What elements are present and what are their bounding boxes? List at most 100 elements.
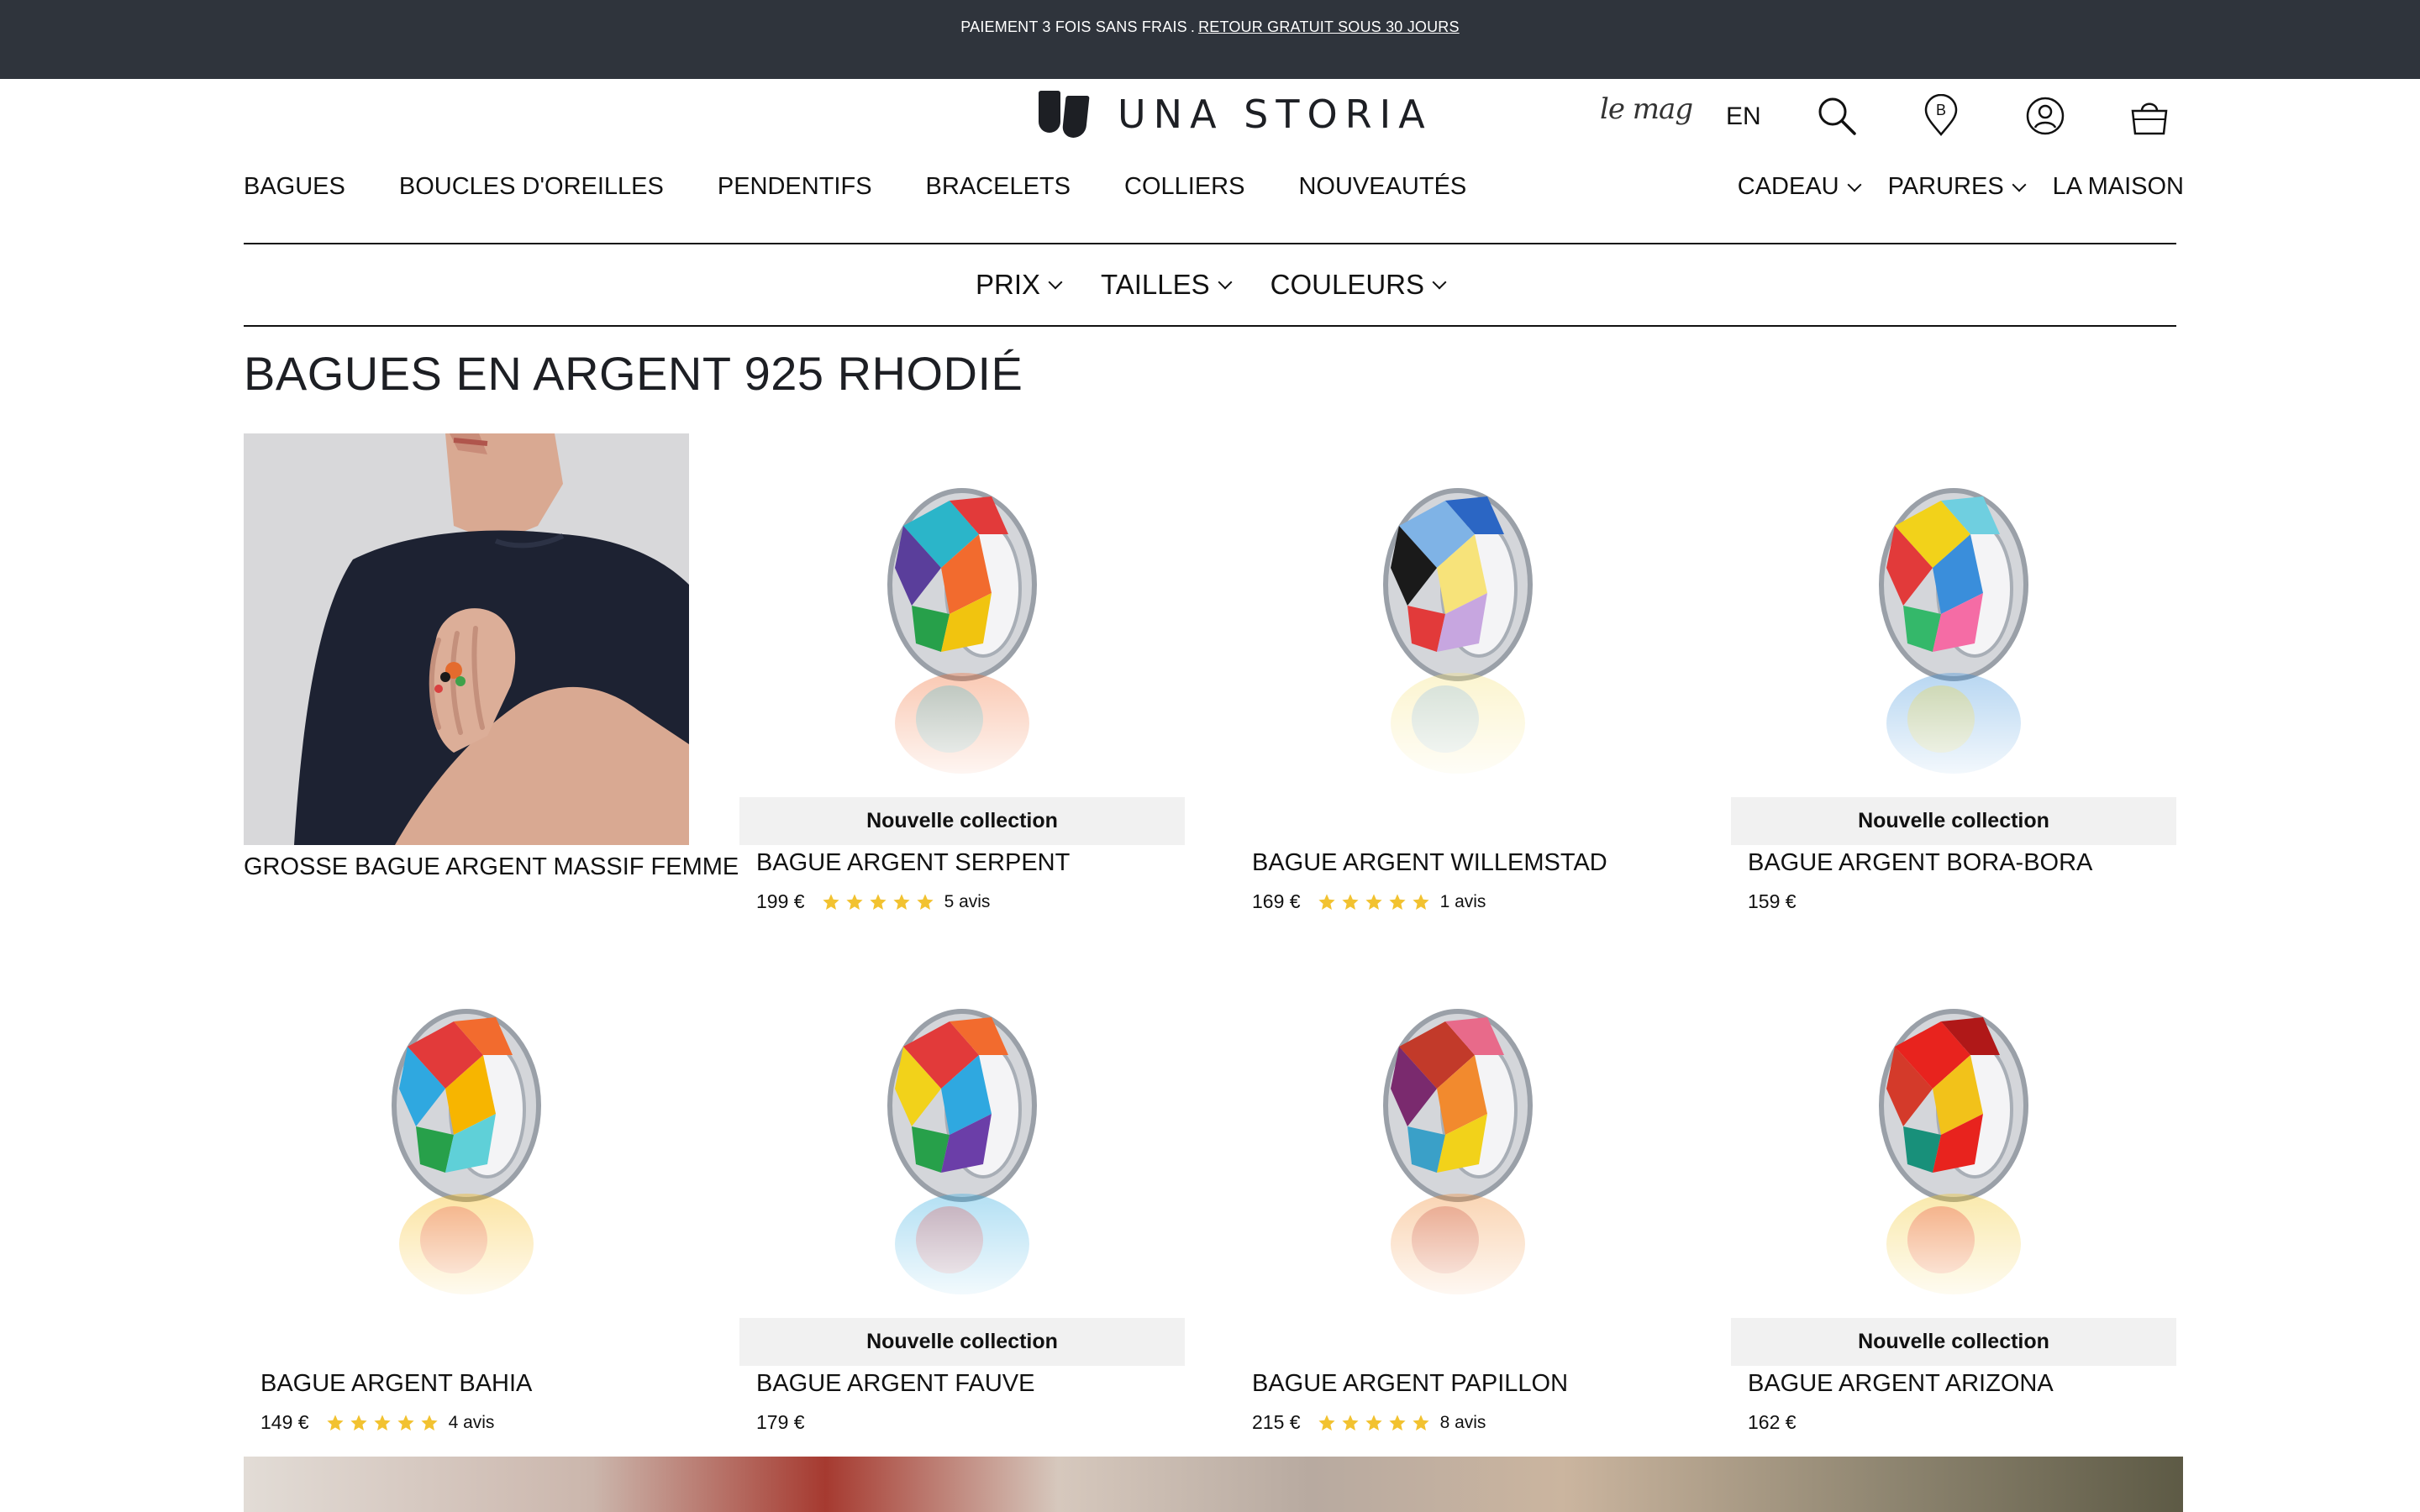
product-price: 159 € bbox=[1748, 890, 1797, 912]
product-name: BAGUE ARGENT ARIZONA bbox=[1748, 1370, 2054, 1397]
product-meta: 159 € bbox=[1748, 890, 1797, 913]
star-icon bbox=[869, 893, 886, 910]
brand-logo[interactable]: UNA STORIA bbox=[1039, 91, 1433, 138]
store-letter: B bbox=[1936, 102, 1946, 118]
nav-item-bagues[interactable]: BAGUES bbox=[244, 173, 345, 201]
product-image bbox=[1731, 954, 2176, 1374]
rating-stars bbox=[1318, 893, 1435, 911]
promo-text: PAIEMENT 3 FOIS SANS FRAIS bbox=[960, 18, 1187, 35]
product-card-papillon[interactable]: BAGUE ARGENT PAPILLON 215 € 8 avis bbox=[1235, 954, 1681, 1458]
star-icon bbox=[916, 893, 934, 910]
product-name: BAGUE ARGENT PAPILLON bbox=[1252, 1370, 1569, 1397]
product-price: 179 € bbox=[756, 1411, 805, 1433]
star-icon bbox=[1318, 1414, 1335, 1431]
main-nav: BAGUES BOUCLES D'OREILLES PENDENTIFS BRA… bbox=[244, 173, 1520, 201]
nav-item-cadeau-label: CADEAU bbox=[1737, 173, 1839, 200]
product-image bbox=[1235, 954, 1681, 1374]
brand-mark-icon bbox=[1039, 91, 1090, 138]
nav-item-boucles-oreilles[interactable]: BOUCLES D'OREILLES bbox=[399, 173, 664, 201]
product-name: BAGUE ARGENT WILLEMSTAD bbox=[1252, 849, 1607, 876]
star-icon bbox=[1341, 1414, 1359, 1431]
product-name: BAGUE ARGENT BAHIA bbox=[260, 1370, 533, 1397]
star-icon bbox=[845, 893, 863, 910]
star-icon bbox=[1388, 1414, 1406, 1431]
product-image bbox=[739, 954, 1185, 1374]
star-icon bbox=[1341, 893, 1359, 910]
review-count[interactable]: 8 avis bbox=[1440, 1413, 1486, 1433]
nav-item-parures-label: PARURES bbox=[1887, 173, 2004, 200]
search-icon[interactable] bbox=[1815, 94, 1859, 138]
star-icon bbox=[1412, 1414, 1429, 1431]
language-switch[interactable]: EN bbox=[1726, 102, 1761, 131]
product-meta: 199 € 5 avis bbox=[756, 890, 990, 913]
filter-prix[interactable]: PRIX bbox=[975, 269, 1063, 301]
chevron-down-icon bbox=[1847, 177, 1862, 192]
promo-bar: PAIEMENT 3 FOIS SANS FRAIS . RETOUR GRAT… bbox=[0, 0, 2420, 79]
review-count[interactable]: 5 avis bbox=[944, 892, 991, 912]
star-icon bbox=[1388, 893, 1406, 910]
nav-item-pendentifs[interactable]: PENDENTIFS bbox=[718, 173, 872, 201]
le-mag-link[interactable]: le mag bbox=[1600, 92, 1693, 126]
cart-icon[interactable] bbox=[2128, 94, 2171, 138]
product-meta: 215 € 8 avis bbox=[1252, 1411, 1486, 1434]
star-icon bbox=[373, 1414, 391, 1431]
product-card-serpent[interactable]: Nouvelle collection BAGUE ARGENT SERPENT … bbox=[739, 433, 1185, 937]
nav-item-parures[interactable]: PARURES bbox=[1887, 173, 2027, 201]
product-image bbox=[739, 433, 1185, 853]
filter-prix-label: PRIX bbox=[975, 269, 1041, 300]
store-locator-icon[interactable]: B bbox=[1919, 94, 1963, 138]
product-price: 162 € bbox=[1748, 1411, 1797, 1433]
star-icon bbox=[326, 1414, 344, 1431]
product-price: 169 € bbox=[1252, 890, 1301, 912]
review-count[interactable]: 1 avis bbox=[1440, 892, 1486, 912]
product-image bbox=[244, 954, 689, 1374]
filter-bar: PRIX TAILLES COULEURS bbox=[0, 269, 2420, 301]
nav-item-nouveautes[interactable]: NOUVEAUTÉS bbox=[1298, 173, 1466, 201]
product-price: 199 € bbox=[756, 890, 805, 912]
secondary-nav: CADEAU PARURES LA MAISON bbox=[1709, 173, 2184, 201]
filter-tailles-label: TAILLES bbox=[1101, 269, 1210, 300]
filter-couleurs[interactable]: COULEURS bbox=[1270, 269, 1447, 301]
promo-separator: . bbox=[1190, 18, 1196, 35]
product-name: BAGUE ARGENT BORA-BORA bbox=[1748, 849, 2093, 876]
star-icon bbox=[1318, 893, 1335, 910]
nav-item-la-maison[interactable]: LA MAISON bbox=[2053, 173, 2184, 201]
product-card-arizona[interactable]: Nouvelle collection BAGUE ARGENT ARIZONA … bbox=[1731, 954, 2176, 1458]
model-photo bbox=[244, 433, 689, 845]
new-collection-badge: Nouvelle collection bbox=[1731, 797, 2176, 845]
product-price: 215 € bbox=[1252, 1411, 1301, 1433]
star-icon bbox=[822, 893, 839, 910]
chevron-down-icon bbox=[2012, 177, 2027, 192]
product-name: BAGUE ARGENT SERPENT bbox=[756, 849, 1071, 876]
rating-stars bbox=[1318, 1414, 1435, 1432]
product-price: 149 € bbox=[260, 1411, 309, 1433]
rating-stars bbox=[822, 893, 939, 911]
account-icon[interactable] bbox=[2023, 94, 2067, 138]
rating-stars bbox=[326, 1414, 444, 1432]
nav-item-bracelets[interactable]: BRACELETS bbox=[926, 173, 1071, 201]
nav-item-colliers[interactable]: COLLIERS bbox=[1124, 173, 1244, 201]
product-image bbox=[1235, 433, 1681, 853]
product-meta: 169 € 1 avis bbox=[1252, 890, 1486, 913]
star-icon bbox=[892, 893, 910, 910]
chevron-down-icon bbox=[1048, 275, 1063, 290]
free-return-link[interactable]: RETOUR GRATUIT SOUS 30 JOURS bbox=[1198, 18, 1460, 36]
nav-divider bbox=[244, 243, 2176, 244]
chevron-down-icon bbox=[1432, 275, 1447, 290]
star-icon bbox=[1412, 893, 1429, 910]
brand-name: UNA STORIA bbox=[1118, 92, 1433, 137]
new-collection-badge: Nouvelle collection bbox=[739, 797, 1185, 845]
product-card-fauve[interactable]: Nouvelle collection BAGUE ARGENT FAUVE 17… bbox=[739, 954, 1185, 1458]
product-meta: 149 € 4 avis bbox=[260, 1411, 494, 1434]
product-card-willemstad[interactable]: BAGUE ARGENT WILLEMSTAD 169 € 1 avis bbox=[1235, 433, 1681, 937]
review-count[interactable]: 4 avis bbox=[449, 1413, 495, 1433]
product-name: BAGUE ARGENT FAUVE bbox=[756, 1370, 1035, 1397]
nav-item-cadeau[interactable]: CADEAU bbox=[1737, 173, 1862, 201]
star-icon bbox=[350, 1414, 367, 1431]
promo-banner-image bbox=[244, 1457, 2183, 1512]
product-card-bahia[interactable]: BAGUE ARGENT BAHIA 149 € 4 avis bbox=[244, 954, 689, 1458]
hero-product-name: GROSSE BAGUE ARGENT MASSIF FEMME bbox=[244, 853, 739, 880]
filter-couleurs-label: COULEURS bbox=[1270, 269, 1425, 300]
product-card-bora-bora[interactable]: Nouvelle collection BAGUE ARGENT BORA-BOR… bbox=[1731, 433, 2176, 937]
filter-tailles[interactable]: TAILLES bbox=[1101, 269, 1233, 301]
